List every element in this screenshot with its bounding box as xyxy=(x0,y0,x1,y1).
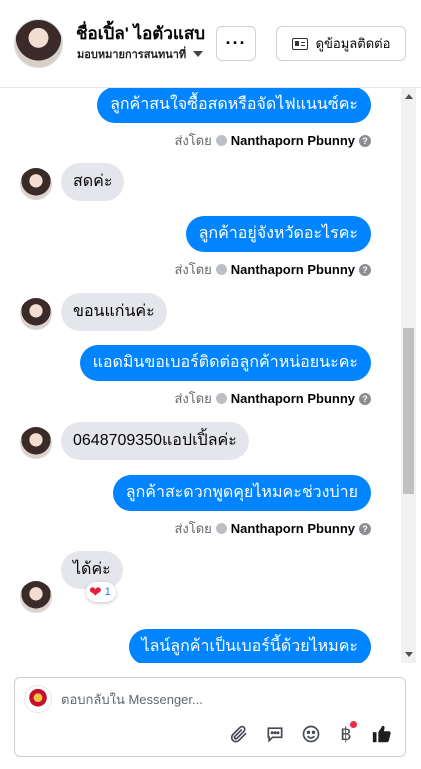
page-avatar xyxy=(24,685,52,713)
incoming-message[interactable]: ขอนแก่นค่ะ xyxy=(61,293,167,331)
outgoing-message[interactable]: ลูกค้าสะดวกพูดคุยไหมคะช่วงบ่าย xyxy=(112,475,371,511)
outgoing-message[interactable]: ลูกค้าอยู่จังหวัดอะไรคะ xyxy=(185,216,371,252)
sent-by-line: ส่งโดย Nanthaporn Pbunny ? xyxy=(174,518,371,539)
more-options-label: ··· xyxy=(225,33,247,53)
assign-conversation-dropdown[interactable]: มอบหมายการสนทนาที่ xyxy=(77,45,204,63)
page-icon xyxy=(215,135,227,146)
incoming-message[interactable]: สดค่ะ xyxy=(61,163,125,201)
sent-by-prefix: ส่งโดย xyxy=(174,133,212,148)
reply-input[interactable] xyxy=(61,688,361,710)
page-icon xyxy=(215,523,227,534)
heart-icon: ❤ xyxy=(89,583,102,601)
scroll-down-icon[interactable] xyxy=(405,652,413,657)
contact-avatar-small[interactable] xyxy=(20,427,52,459)
thumbs-up-icon[interactable] xyxy=(371,723,393,745)
assign-conversation-label: มอบหมายการสนทนาที่ xyxy=(77,49,187,61)
scroll-up-icon[interactable] xyxy=(405,94,413,99)
view-contact-info-button[interactable]: ดูข้อมูลติดต่อ xyxy=(276,26,406,61)
contact-name[interactable]: ชื่อเปิ้ล' ไอตัวแสบ xyxy=(76,20,205,47)
caret-down-icon xyxy=(193,51,204,57)
help-icon[interactable]: ? xyxy=(359,263,371,276)
notification-dot xyxy=(350,721,357,728)
smiley-icon[interactable] xyxy=(300,723,322,745)
sent-by-line: ส่งโดย Nanthaporn Pbunny ? xyxy=(174,388,371,409)
sent-by-prefix: ส่งโดย xyxy=(174,521,212,536)
contact-card-icon xyxy=(291,37,308,50)
message-thread[interactable]: ลูกค้าสนใจซื้อสดหรือจัดไฟแนนซ์คะ ส่งโดย … xyxy=(0,88,401,663)
contact-avatar-small[interactable] xyxy=(20,581,52,613)
baht-icon[interactable]: ฿ xyxy=(335,721,357,745)
page-icon xyxy=(215,393,227,404)
contact-avatar-small[interactable] xyxy=(20,298,52,330)
sent-by-prefix: ส่งโดย xyxy=(174,262,212,277)
outgoing-message[interactable]: แอดมินขอเบอร์ติดต่อลูกค้าหน่อยนะคะ xyxy=(79,345,371,381)
scroll-thumb[interactable] xyxy=(403,328,414,494)
sent-by-line: ส่งโดย Nanthaporn Pbunny ? xyxy=(174,130,371,151)
sent-by-prefix: ส่งโดย xyxy=(174,391,212,406)
help-icon[interactable]: ? xyxy=(359,392,371,405)
sender-name[interactable]: Nanthaporn Pbunny xyxy=(231,133,355,148)
view-contact-info-label: ดูข้อมูลติดต่อ xyxy=(315,36,391,51)
sender-name[interactable]: Nanthaporn Pbunny xyxy=(231,262,355,277)
incoming-message[interactable]: 0648709350แอปเปิ้ลค่ะ xyxy=(61,422,249,460)
reaction-badge[interactable]: ❤ 1 xyxy=(86,582,116,602)
thread-scrollbar[interactable] xyxy=(401,88,416,663)
outgoing-message[interactable]: ไลน์ลูกค้าเป็นเบอร์นี้ด้วยไหมคะ xyxy=(128,629,371,663)
message-composer: ฿ xyxy=(14,677,406,757)
help-icon[interactable]: ? xyxy=(359,134,371,147)
reaction-count: 1 xyxy=(104,586,111,598)
help-icon[interactable]: ? xyxy=(359,522,371,535)
contact-avatar-small[interactable] xyxy=(20,168,52,200)
sender-name[interactable]: Nanthaporn Pbunny xyxy=(231,521,355,536)
page-icon xyxy=(215,264,227,275)
outgoing-message[interactable]: ลูกค้าสนใจซื้อสดหรือจัดไฟแนนซ์คะ xyxy=(97,88,371,123)
conversation-header: ชื่อเปิ้ล' ไอตัวแสบ มอบหมายการสนทนาที่ ·… xyxy=(0,0,421,88)
sent-by-line: ส่งโดย Nanthaporn Pbunny ? xyxy=(174,259,371,280)
contact-avatar[interactable] xyxy=(14,19,63,68)
more-options-button[interactable]: ··· xyxy=(216,26,256,61)
sender-name[interactable]: Nanthaporn Pbunny xyxy=(231,391,355,406)
comment-icon[interactable] xyxy=(264,723,286,745)
paperclip-icon[interactable] xyxy=(228,723,250,745)
